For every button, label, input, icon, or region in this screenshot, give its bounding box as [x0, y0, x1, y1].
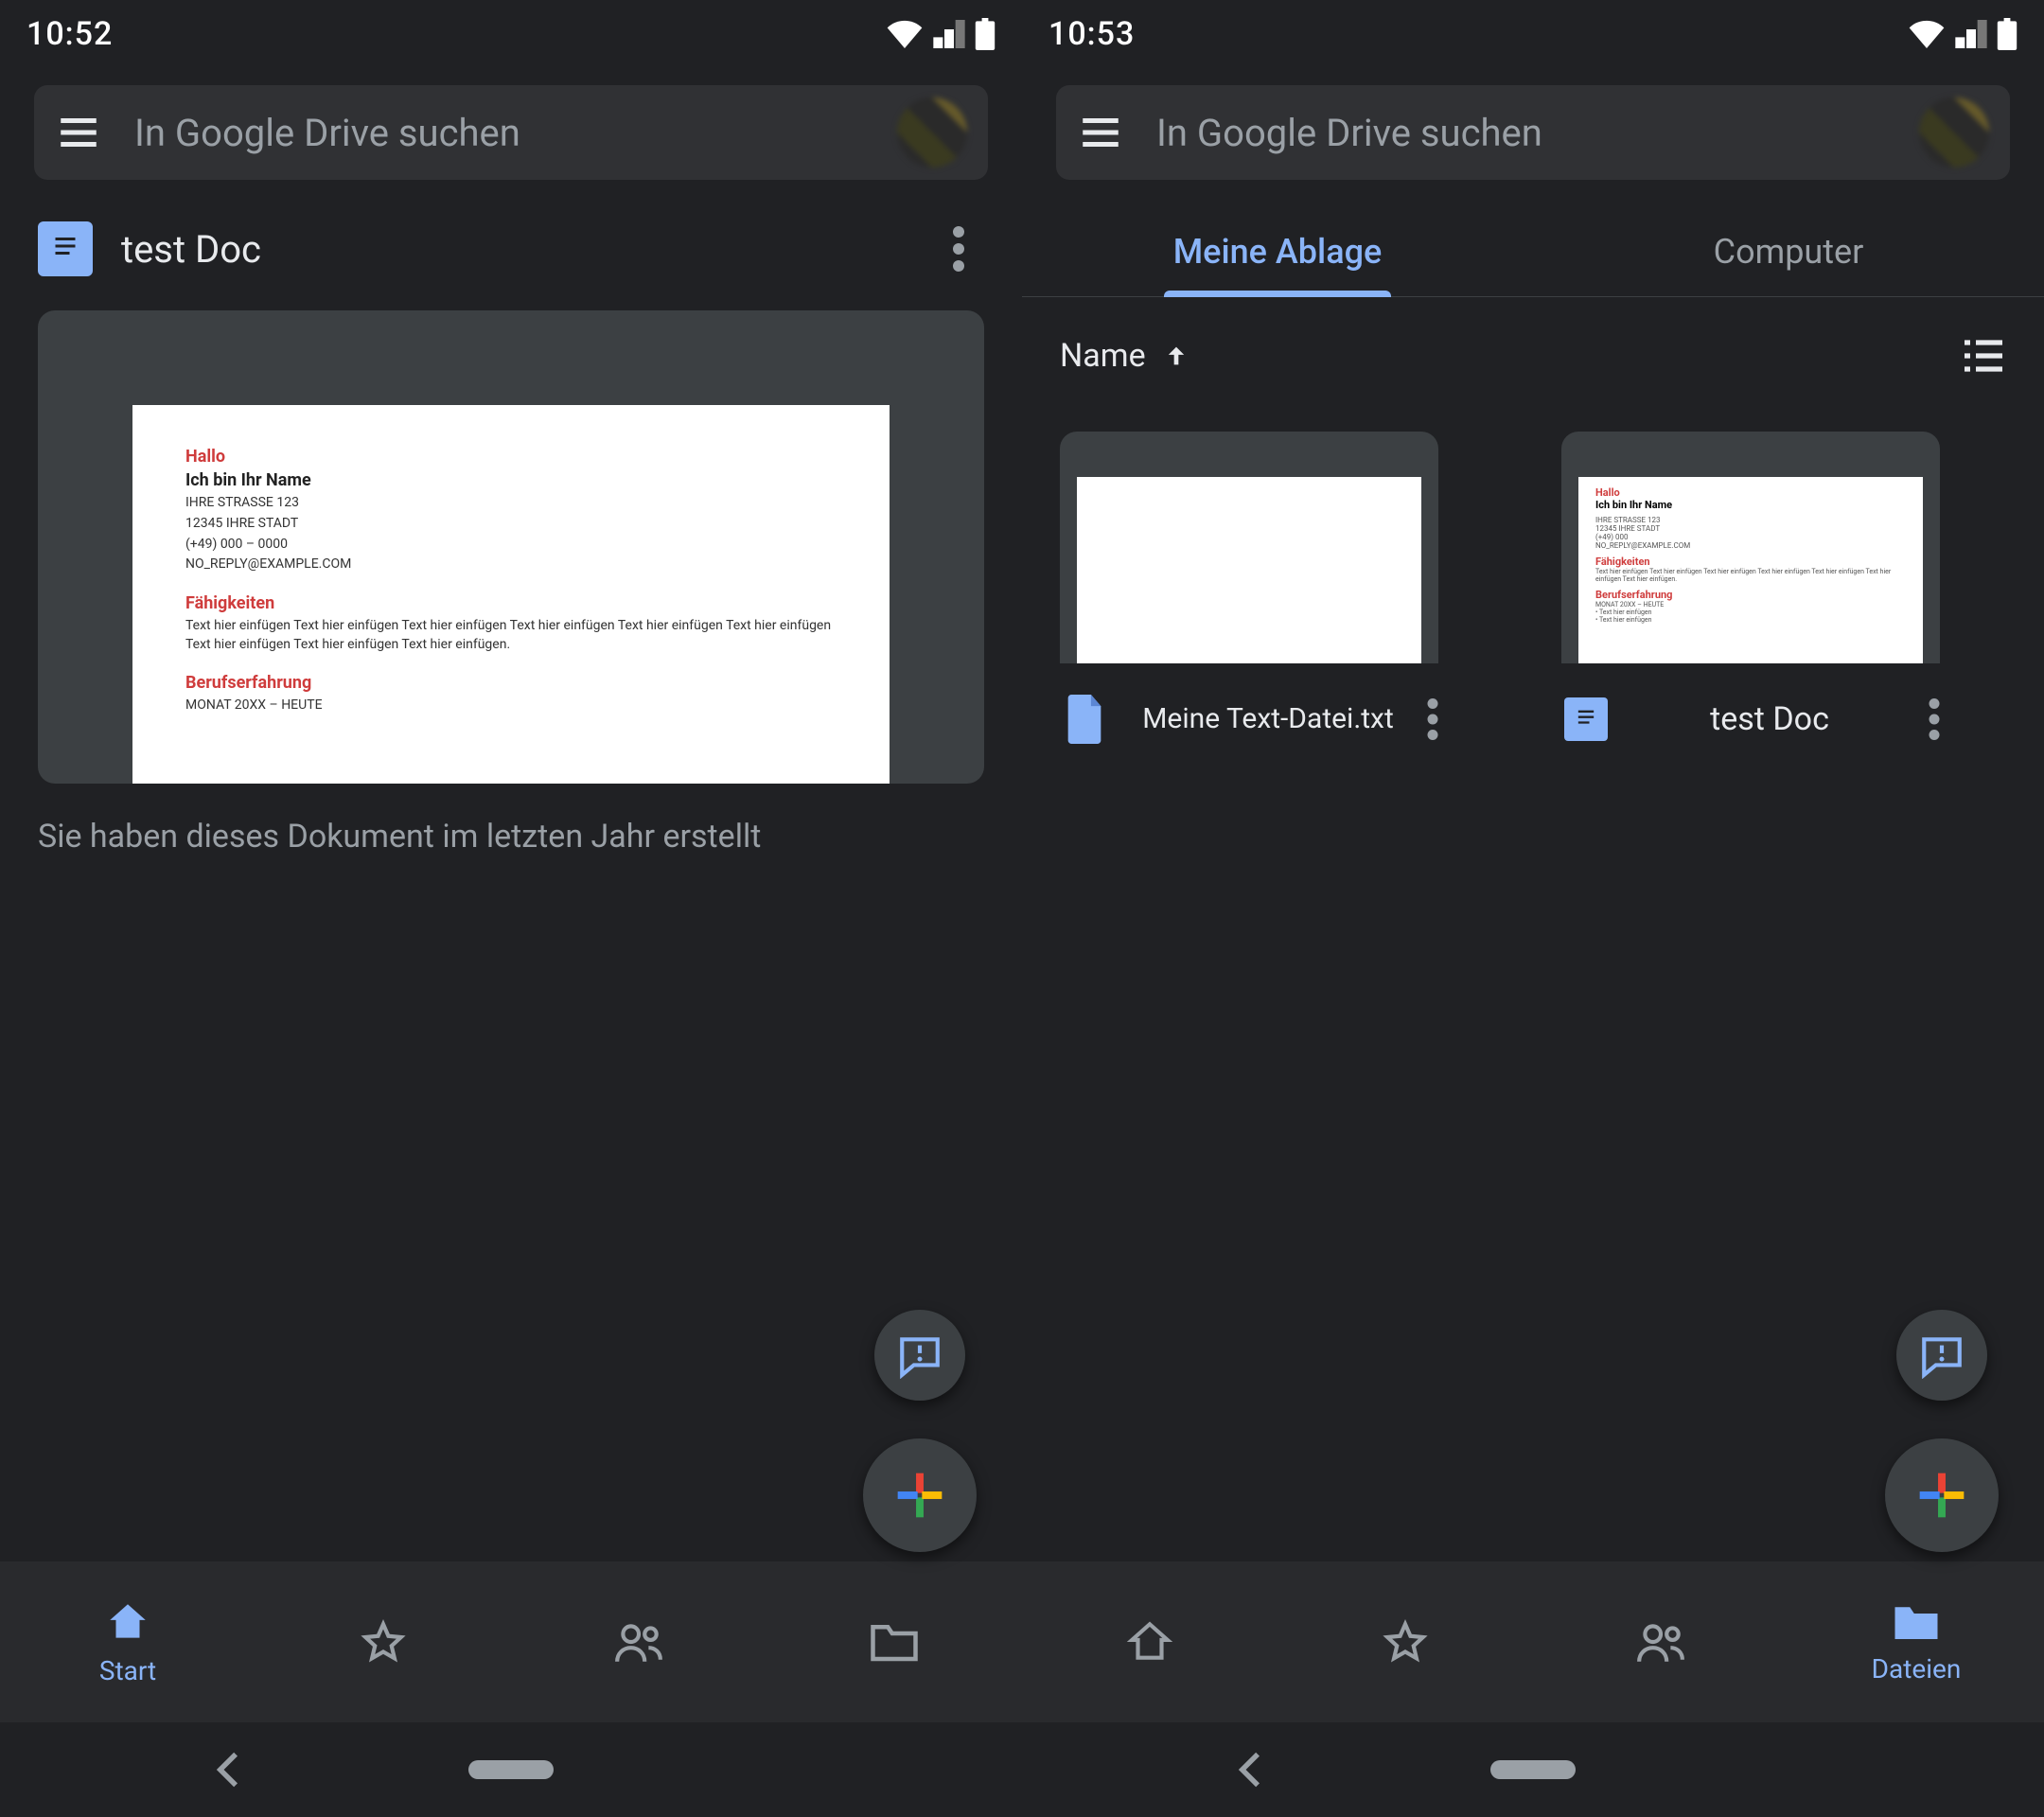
wifi-icon [1908, 20, 1946, 48]
wifi-icon [886, 20, 924, 48]
phone-screen-left: 10:52 In Google Drive suchen test Doc [0, 0, 1022, 1817]
preview-line: (+49) 000 – 0000 [185, 536, 837, 555]
list-view-icon [1961, 337, 2006, 375]
drive-tabs: Meine Ablage Computer [1022, 206, 2044, 297]
arrow-up-icon [1163, 343, 1189, 369]
create-fab[interactable] [1885, 1438, 1999, 1552]
doc-preview-page: Hallo Ich bin Ihr Name IHRE STRASSE 123 … [132, 405, 890, 784]
bottom-nav: Dateien [1022, 1561, 2044, 1722]
nav-files[interactable] [766, 1561, 1022, 1722]
preview-subheading: Ich bin Ihr Name [185, 468, 837, 492]
back-icon[interactable] [213, 1751, 241, 1789]
status-time: 10:52 [26, 15, 113, 53]
signal-icon [933, 20, 965, 48]
preview-heading: Hallo [185, 445, 837, 468]
search-placeholder: In Google Drive suchen [1156, 111, 1887, 155]
menu-icon[interactable] [55, 109, 102, 156]
status-icons [1908, 18, 2018, 50]
thumbnail-page: Hallo Ich bin Ihr Name IHRE STRASSE 1231… [1578, 477, 1923, 663]
tab-label: Computer [1714, 232, 1864, 272]
system-nav [0, 1722, 1022, 1817]
tab-computers[interactable]: Computer [1533, 206, 2044, 296]
sort-button[interactable]: Name [1060, 337, 1189, 375]
file-name: Meine Text-Datei.txt [1126, 702, 1410, 736]
preview-heading: Berufserfahrung [185, 671, 837, 695]
preview-line: IHRE STRASSE 123 [185, 494, 837, 513]
file-more-button[interactable] [1427, 698, 1438, 740]
preview-line: NO_REPLY@EXAMPLE.COM [185, 556, 837, 574]
preview-line: MONAT 20XX – HEUTE [185, 697, 837, 715]
thumb-line: Fähigkeiten [1595, 556, 1906, 568]
file-thumbnail: Hallo Ich bin Ihr Name IHRE STRASSE 1231… [1561, 432, 1940, 663]
file-type-icon [1060, 695, 1109, 744]
battery-icon [975, 18, 996, 50]
view-toggle-list[interactable] [1961, 337, 2006, 375]
preview-heading: Fähigkeiten [185, 591, 837, 615]
signal-icon [1955, 20, 1987, 48]
feedback-fab[interactable] [874, 1310, 965, 1401]
home-pill[interactable] [1490, 1760, 1576, 1779]
status-time: 10:53 [1048, 15, 1135, 53]
search-bar[interactable]: In Google Drive suchen [34, 85, 988, 180]
recent-doc-title: test Doc [121, 227, 905, 272]
file-name: test Doc [1628, 700, 1912, 739]
tab-my-drive[interactable]: Meine Ablage [1022, 206, 1533, 296]
thumb-line: Berufserfahrung [1595, 589, 1906, 601]
thumb-line: Ich bin Ihr Name [1595, 499, 1906, 511]
home-pill[interactable] [468, 1760, 554, 1779]
status-icons [886, 18, 996, 50]
nav-start[interactable]: Start [0, 1561, 256, 1722]
docs-icon [38, 221, 93, 276]
preview-body: Text hier einfügen Text hier einfügen Te… [185, 617, 837, 654]
doc-preview[interactable]: Hallo Ich bin Ihr Name IHRE STRASSE 123 … [38, 310, 984, 784]
thumbnail-page [1077, 477, 1421, 663]
docs-icon [1561, 695, 1611, 744]
nav-start-label: Start [99, 1655, 156, 1686]
create-fab[interactable] [863, 1438, 977, 1552]
nav-start[interactable] [1022, 1561, 1278, 1722]
menu-icon[interactable] [1077, 109, 1124, 156]
sort-row: Name [1022, 297, 2044, 394]
bottom-nav: Start [0, 1561, 1022, 1722]
sort-label: Name [1060, 337, 1146, 375]
preview-line: 12345 IHRE STADT [185, 515, 837, 534]
feedback-fab[interactable] [1896, 1310, 1987, 1401]
file-thumbnail [1060, 432, 1438, 663]
status-bar: 10:53 [1022, 0, 2044, 68]
tab-label: Meine Ablage [1173, 232, 1383, 272]
avatar[interactable] [1919, 97, 1989, 168]
search-bar[interactable]: In Google Drive suchen [1056, 85, 2010, 180]
battery-icon [1997, 18, 2018, 50]
recent-doc-header[interactable]: test Doc [0, 206, 1022, 291]
nav-starred[interactable] [256, 1561, 511, 1722]
nav-shared[interactable] [511, 1561, 766, 1722]
more-options-button[interactable] [933, 207, 984, 291]
file-card[interactable]: Hallo Ich bin Ihr Name IHRE STRASSE 1231… [1561, 432, 1940, 758]
search-placeholder: In Google Drive suchen [134, 111, 865, 155]
nav-files[interactable]: Dateien [1788, 1561, 2044, 1722]
system-nav [1022, 1722, 2044, 1817]
recent-doc-subtext: Sie haben dieses Dokument im letzten Jah… [0, 784, 1022, 890]
avatar[interactable] [897, 97, 967, 168]
status-bar: 10:52 [0, 0, 1022, 68]
nav-shared[interactable] [1533, 1561, 1788, 1722]
phone-screen-right: 10:53 In Google Drive suchen Meine Ablag… [1022, 0, 2044, 1817]
nav-starred[interactable] [1278, 1561, 1533, 1722]
back-icon[interactable] [1235, 1751, 1263, 1789]
file-card[interactable]: Meine Text-Datei.txt [1060, 432, 1438, 758]
file-grid: Meine Text-Datei.txt Hallo Ich bin Ihr N… [1022, 394, 2044, 796]
thumb-line: Hallo [1595, 486, 1906, 499]
nav-files-label: Dateien [1872, 1653, 1962, 1685]
file-more-button[interactable] [1929, 698, 1940, 740]
